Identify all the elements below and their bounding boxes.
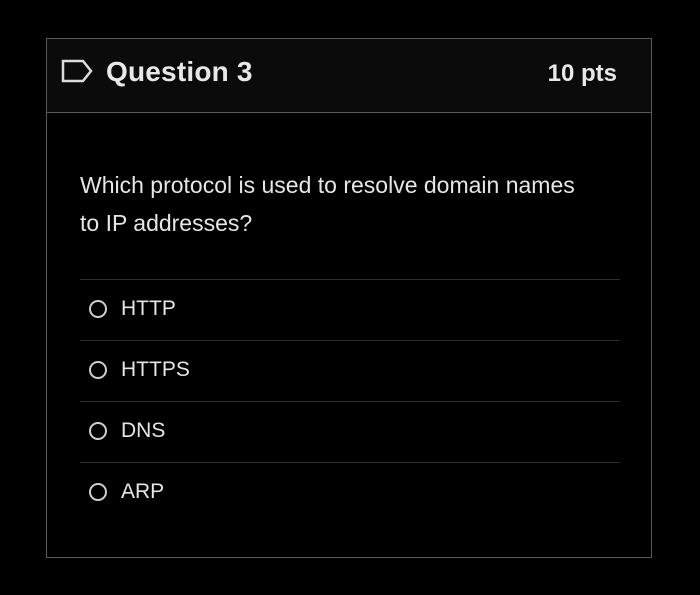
question-text: Which protocol is used to resolve domain…	[80, 172, 575, 236]
answer-option[interactable]: HTTP	[80, 279, 620, 340]
answer-label[interactable]: ARP	[121, 480, 164, 504]
answer-list: HTTP HTTPS DNS ARP	[80, 279, 620, 523]
question-card: Question 3 10 pts Which protocol is used…	[46, 38, 652, 558]
radio-button[interactable]	[89, 422, 107, 440]
answer-label[interactable]: HTTP	[121, 297, 176, 321]
question-points: 10 pts	[547, 60, 617, 87]
answer-option[interactable]: ARP	[80, 462, 620, 523]
flag-icon[interactable]	[61, 59, 93, 83]
question-header: Question 3 10 pts	[47, 39, 651, 113]
radio-button[interactable]	[89, 361, 107, 379]
answer-option[interactable]: HTTPS	[80, 340, 620, 401]
radio-button[interactable]	[89, 300, 107, 318]
answer-label[interactable]: HTTPS	[121, 358, 190, 382]
answer-label[interactable]: DNS	[121, 419, 165, 443]
question-title: Question 3	[106, 56, 253, 87]
answer-option[interactable]: DNS	[80, 401, 620, 462]
radio-button[interactable]	[89, 483, 107, 501]
